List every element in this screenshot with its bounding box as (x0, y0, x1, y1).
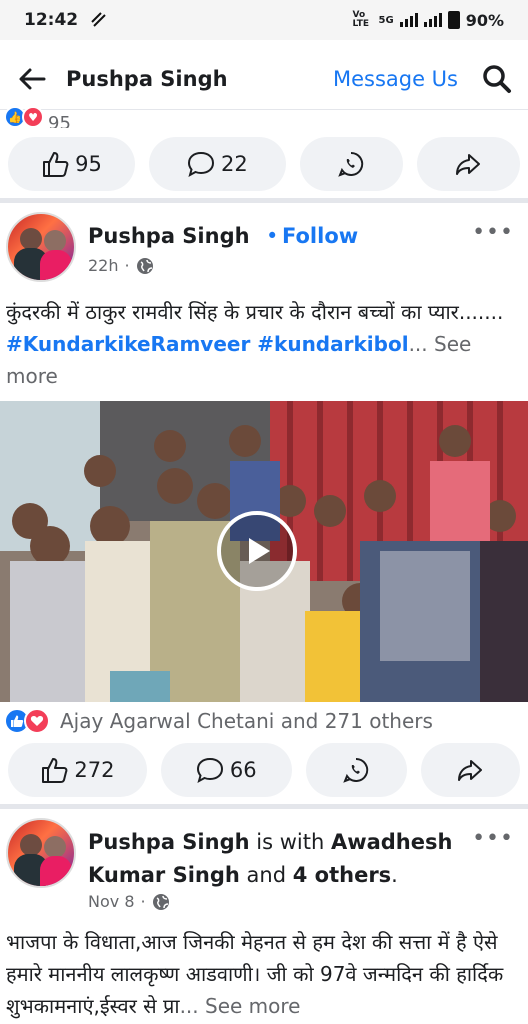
whatsapp-share-button[interactable] (305, 743, 407, 797)
signal-icon-2 (423, 13, 442, 27)
globe-icon (136, 257, 153, 274)
search-icon (483, 64, 511, 93)
share-button[interactable] (416, 137, 520, 191)
post-divider (0, 198, 528, 203)
back-button[interactable] (14, 61, 50, 97)
post-divider (0, 804, 528, 809)
play-button[interactable] (217, 511, 297, 591)
signal-icon (399, 13, 418, 27)
post-author-line: Pushpa Singh is with Awadhesh Kumar Sing… (88, 830, 453, 887)
love-reaction-icon: ♥ (22, 108, 44, 128)
tagged-others[interactable]: 4 others (293, 863, 391, 887)
avatar[interactable] (6, 212, 76, 282)
share-icon (458, 760, 483, 781)
whatsapp-icon (338, 151, 364, 177)
arrow-left-icon (19, 68, 46, 89)
post-actions-previous: 95 22 (0, 137, 528, 191)
whatsapp-share-button[interactable] (299, 137, 403, 191)
thumbs-up-icon (43, 152, 69, 177)
comment-icon (187, 151, 214, 178)
post-text: भाजपा के विधाता,आज जिनकी मेहनत से हम देश… (6, 926, 522, 1022)
see-more-link[interactable]: ... See more (180, 994, 301, 1018)
page-title: Pushpa Singh (66, 66, 228, 91)
like-count: 272 (74, 758, 115, 782)
whatsapp-icon (343, 757, 369, 783)
battery-icon (447, 11, 460, 29)
network-type: 5G (378, 14, 394, 26)
search-button[interactable] (480, 62, 514, 96)
globe-icon (152, 893, 169, 910)
post-text: कुंदरकी में ठाकुर रामवीर सिंह के प्रचार … (6, 296, 522, 392)
post-meta: Nov 8 · (88, 892, 170, 911)
message-us-button[interactable]: Message Us (333, 67, 458, 91)
page-header: Pushpa Singh Message Us (0, 48, 528, 110)
previous-post-reactions[interactable]: 👍 ♥ 95 (4, 108, 71, 128)
share-button[interactable] (420, 743, 520, 797)
with-text: is with (256, 830, 325, 854)
volte-label: Vo LTE (352, 10, 370, 29)
more-options-icon[interactable]: ••• (472, 220, 514, 245)
thumbs-up-icon (42, 758, 68, 783)
status-time: 12:42 (24, 10, 79, 30)
like-count: 95 (75, 152, 102, 176)
comment-button[interactable]: 66 (160, 743, 292, 797)
post-hashtags[interactable]: #KundarkikeRamveer #kundarkibol (6, 332, 409, 356)
avatar[interactable] (6, 818, 76, 888)
post-author[interactable]: Pushpa Singh (88, 830, 250, 854)
moon-icon (91, 12, 106, 27)
post-time[interactable]: Nov 8 (88, 892, 135, 911)
share-icon (456, 154, 481, 175)
post-author[interactable]: Pushpa Singh (88, 224, 250, 248)
play-icon (249, 538, 270, 564)
post-time[interactable]: 22h (88, 256, 119, 275)
comment-button[interactable]: 22 (148, 137, 286, 191)
reaction-count: 95 (48, 113, 71, 128)
post-header: Pushpa Singh • Follow 22h · ••• (0, 212, 528, 292)
love-reaction-icon (24, 708, 50, 734)
post-meta: 22h · (88, 256, 154, 275)
reaction-summary-text: Ajay Agarwal Chetani and 271 others (60, 709, 433, 733)
post-body: कुंदरकी में ठाकुर रामवीर सिंह के प्रचार … (6, 300, 504, 324)
follow-button[interactable]: Follow (282, 224, 358, 248)
post-actions: 272 66 (0, 743, 528, 797)
reaction-summary[interactable]: Ajay Agarwal Chetani and 271 others (4, 708, 433, 734)
comment-count: 22 (220, 152, 248, 176)
battery-level: 90% (465, 10, 504, 30)
like-button[interactable]: 272 (8, 743, 147, 797)
and-text: and (246, 863, 287, 887)
comment-count: 66 (229, 758, 257, 782)
like-button[interactable]: 95 (8, 137, 135, 191)
status-bar: 12:42 Vo LTE 5G 90% (0, 0, 528, 40)
follow-dot: • (266, 224, 279, 248)
comment-icon (196, 757, 223, 784)
